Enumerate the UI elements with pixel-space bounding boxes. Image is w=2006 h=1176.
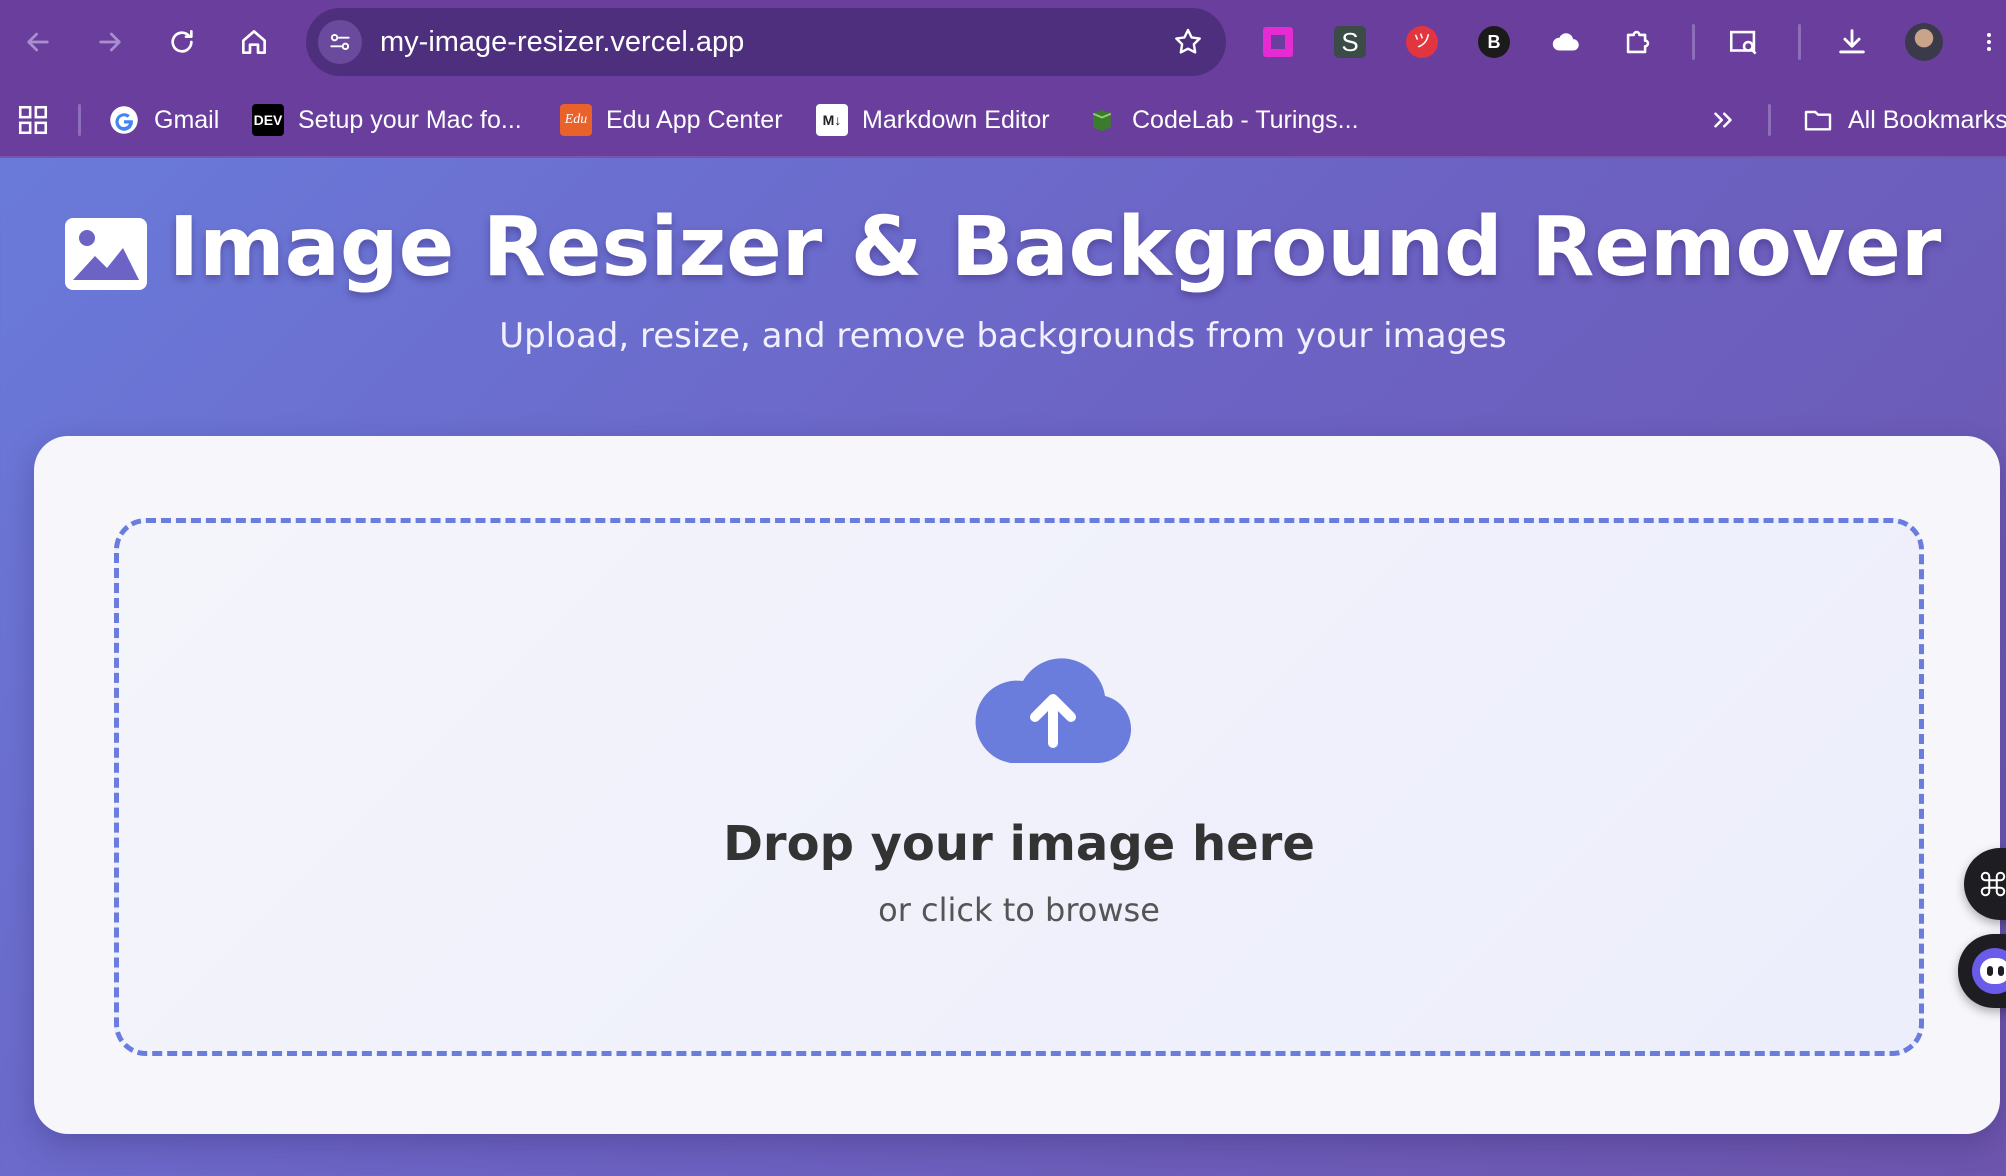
bookmark-label: CodeLab - Turings...	[1132, 105, 1359, 134]
tab-search-button[interactable]	[1722, 20, 1766, 64]
puzzle-extensions-icon[interactable]	[1616, 20, 1660, 64]
all-bookmarks-label: All Bookmarks	[1848, 105, 2006, 134]
bookmark-label: Setup your Mac fo...	[298, 105, 522, 134]
reload-icon	[171, 30, 193, 53]
cloud-upload-icon	[975, 658, 1132, 763]
more-bookmarks-button[interactable]	[1708, 84, 1738, 156]
folder-icon	[1802, 104, 1834, 136]
bookmark-label: Edu App Center	[606, 105, 783, 134]
cloud-extension-icon[interactable]	[1544, 20, 1588, 64]
arrow-left-icon	[27, 32, 49, 52]
reload-button[interactable]	[160, 20, 204, 64]
image-icon	[64, 211, 147, 290]
downloads-button[interactable]	[1830, 20, 1874, 64]
bookmark-label: Markdown Editor	[862, 105, 1050, 134]
google-icon	[108, 104, 140, 136]
bookmarks-divider	[1768, 104, 1771, 136]
toolbar-divider	[1692, 24, 1695, 60]
arrow-right-icon	[99, 32, 121, 52]
dropzone-title: Drop your image here	[723, 816, 1315, 872]
page-subtitle: Upload, resize, and remove backgrounds f…	[499, 316, 1507, 356]
s-extension-icon[interactable]: S	[1328, 20, 1372, 64]
bookmark-codelab[interactable]: CodeLab - Turings...	[1086, 84, 1359, 156]
apps-button[interactable]	[16, 84, 50, 156]
bookmark-setup-mac[interactable]: DEV Setup your Mac fo...	[252, 84, 522, 156]
bookmark-star-button[interactable]	[1168, 22, 1208, 62]
dev-icon: DEV	[252, 104, 284, 136]
apps-grid-icon	[18, 105, 48, 135]
tune-icon	[330, 33, 350, 51]
chevron-double-right-icon	[1714, 112, 1732, 128]
browser-toolbar: my-image-resizer.vercel.app S ツ B	[0, 0, 2006, 84]
bookmark-gmail[interactable]: Gmail	[108, 84, 219, 156]
bookmark-markdown-editor[interactable]: M↓ Markdown Editor	[816, 84, 1050, 156]
pink-square-extension-icon[interactable]	[1256, 20, 1300, 64]
bookmarks-bar: Gmail DEV Setup your Mac fo... Edu Edu A…	[0, 84, 2006, 158]
page-title: Image Resizer & Background Remover	[0, 196, 2006, 300]
bot-icon	[1972, 948, 2006, 994]
page-title-text: Image Resizer & Background Remover	[168, 200, 1942, 295]
bookmark-edu-app-center[interactable]: Edu Edu App Center	[560, 84, 783, 156]
tab-search-icon	[1729, 30, 1757, 55]
all-bookmarks-button[interactable]: All Bookmarks	[1802, 84, 2006, 156]
codelab-icon	[1086, 104, 1118, 136]
image-dropzone[interactable]: Drop your image here or click to browse	[114, 518, 1924, 1056]
star-icon	[1175, 28, 1201, 54]
red-extension-icon[interactable]: ツ	[1400, 20, 1444, 64]
forward-button[interactable]	[88, 20, 132, 64]
menu-button[interactable]	[1974, 20, 2004, 64]
bookmark-label: Gmail	[154, 105, 220, 134]
home-icon	[242, 30, 266, 54]
markdown-icon: M↓	[816, 104, 848, 136]
site-info-button[interactable]	[318, 20, 362, 64]
profile-avatar[interactable]	[1902, 20, 1946, 64]
puzzle-icon	[1626, 30, 1650, 54]
command-icon	[1980, 871, 2006, 897]
toolbar-divider	[1798, 24, 1801, 60]
home-button[interactable]	[232, 20, 276, 64]
upload-card: Drop your image here or click to browse	[34, 436, 2000, 1134]
cloud-icon	[1552, 33, 1579, 51]
download-icon	[1839, 29, 1865, 54]
url-text[interactable]: my-image-resizer.vercel.app	[380, 8, 744, 76]
back-button[interactable]	[16, 20, 60, 64]
edu-icon: Edu	[560, 104, 592, 136]
more-vertical-icon	[1987, 33, 1991, 51]
black-extension-icon[interactable]: B	[1472, 20, 1516, 64]
address-bar[interactable]: my-image-resizer.vercel.app	[306, 8, 1226, 76]
bookmarks-divider	[78, 104, 81, 136]
dropzone-subtitle[interactable]: or click to browse	[119, 889, 1919, 931]
